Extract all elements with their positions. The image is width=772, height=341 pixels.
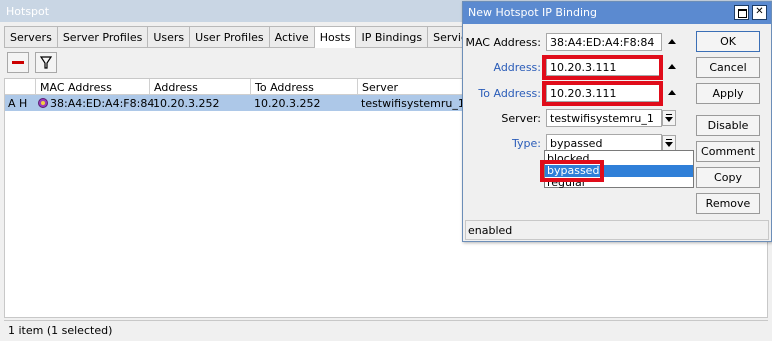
server-select[interactable]: testwifisystemru_1 (546, 109, 662, 127)
column-header-server[interactable]: Server (357, 79, 477, 95)
apply-button[interactable]: Apply (696, 83, 760, 104)
type-label: Type: (512, 137, 541, 150)
mac-collapse-icon[interactable] (667, 37, 677, 47)
remove-button[interactable] (7, 52, 29, 73)
row-flags: A H (8, 97, 28, 110)
dialog-title: New Hotspot IP Binding (463, 2, 771, 24)
copy-button[interactable]: Copy (696, 167, 760, 188)
filter-icon (39, 56, 53, 69)
filter-button[interactable] (35, 52, 57, 73)
bypassed-highlight (540, 160, 604, 182)
mac-address-field[interactable]: 38:A4:ED:A4:F8:84 (546, 33, 662, 51)
column-header-mac[interactable]: MAC Address (35, 79, 149, 95)
host-icon (38, 98, 48, 108)
tab-users[interactable]: Users (147, 26, 190, 48)
row-to-address: 10.20.3.252 (254, 97, 321, 110)
row-server: testwifisystemru_1 (361, 97, 465, 110)
to-address-highlight (542, 81, 663, 106)
dialog-status: enabled (465, 220, 769, 240)
tab-servers[interactable]: Servers (4, 26, 57, 48)
cancel-button[interactable]: Cancel (696, 57, 760, 78)
ip-binding-dialog: New Hotspot IP Binding ✕ MAC Address: 38… (462, 1, 772, 242)
tab-server-profiles[interactable]: Server Profiles (56, 26, 148, 48)
column-header-to-address[interactable]: To Address (250, 79, 357, 95)
address-collapse-icon[interactable] (667, 62, 677, 72)
column-header-address[interactable]: Address (149, 79, 250, 95)
address-label: Address: (493, 61, 541, 74)
server-label: Server: (501, 112, 541, 125)
tab-user-profiles[interactable]: User Profiles (189, 26, 269, 48)
minus-icon (12, 61, 24, 64)
tab-ip-bindings[interactable]: IP Bindings (355, 26, 428, 48)
ok-button[interactable]: OK (696, 31, 760, 52)
address-highlight (542, 55, 663, 80)
remove-button-dialog[interactable]: Remove (696, 193, 760, 214)
row-mac-cell: 38:A4:ED:A4:F8:84 (35, 95, 154, 111)
tab-active[interactable]: Active (268, 26, 314, 48)
server-dropdown-icon[interactable] (662, 110, 676, 126)
to-address-label: To Address: (478, 87, 541, 100)
to-address-collapse-icon[interactable] (667, 88, 677, 98)
column-header-flags[interactable] (5, 79, 35, 95)
type-dropdown-icon[interactable] (662, 135, 676, 151)
row-address: 10.20.3.252 (153, 97, 220, 110)
disable-button[interactable]: Disable (696, 115, 760, 136)
mac-label: MAC Address: (465, 36, 541, 49)
status-bar: 1 item (1 selected) (4, 320, 768, 338)
row-mac: 38:A4:ED:A4:F8:84 (50, 97, 155, 110)
tab-bar: Servers Server Profiles Users User Profi… (4, 26, 511, 49)
comment-button[interactable]: Comment (696, 141, 760, 162)
close-button[interactable]: ✕ (752, 5, 767, 20)
tab-hosts[interactable]: Hosts (313, 26, 356, 49)
maximize-button[interactable] (734, 5, 749, 20)
